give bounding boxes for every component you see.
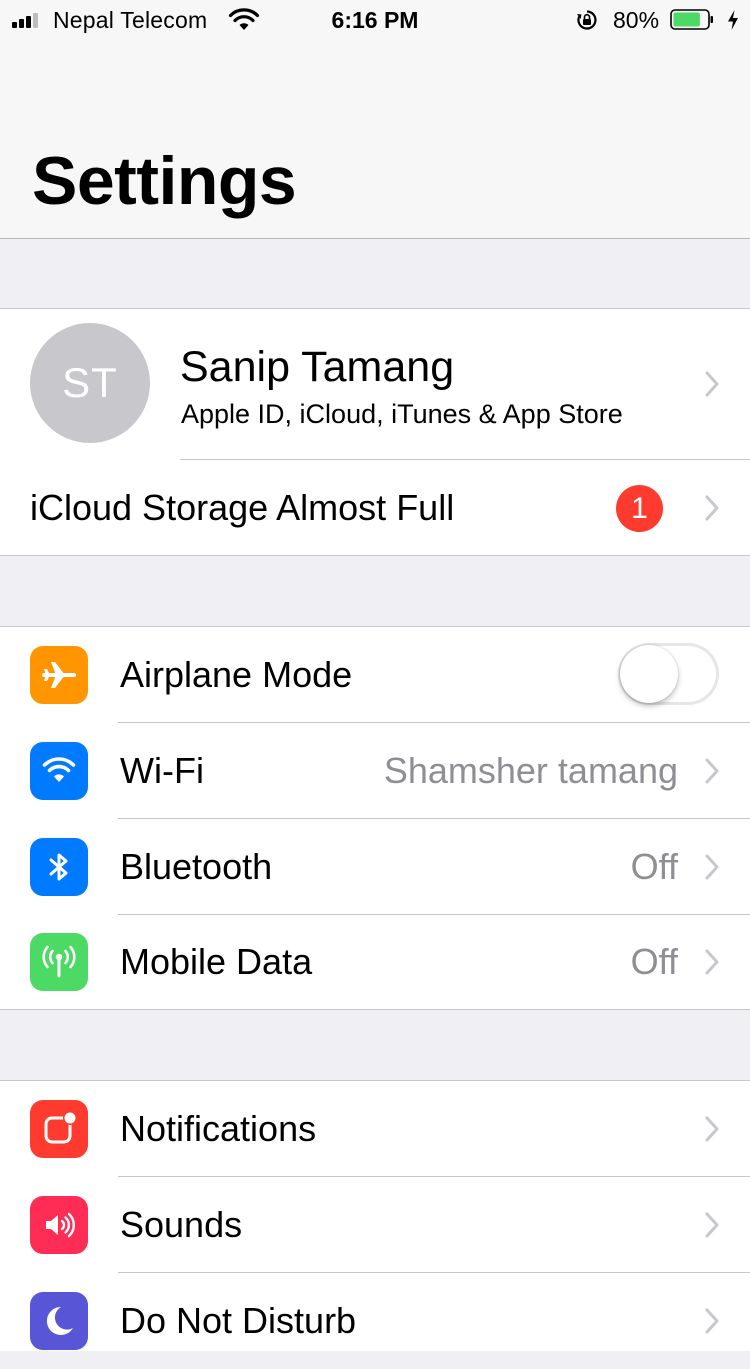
notification-badge: 1: [616, 485, 663, 532]
profile-group: ST Sanip Tamang Apple ID, iCloud, iTunes…: [0, 308, 750, 556]
chevron-right-icon: [705, 949, 719, 975]
connectivity-group: Airplane Mode Wi-Fi Shamsher tamang Blue…: [0, 626, 750, 1010]
orientation-lock-icon: [577, 10, 597, 30]
speaker-icon: [30, 1196, 88, 1254]
wifi-network-name: Shamsher tamang: [383, 750, 678, 791]
row-label: Sounds: [120, 1204, 243, 1245]
toggle-knob: [620, 645, 678, 703]
airplane-mode-row: Airplane Mode: [0, 627, 750, 723]
bluetooth-row[interactable]: Bluetooth Off: [0, 819, 750, 915]
chevron-right-icon: [705, 1308, 719, 1334]
sounds-row[interactable]: Sounds: [0, 1177, 750, 1273]
page-title: Settings: [32, 143, 297, 219]
airplane-icon: [30, 646, 88, 704]
chevron-right-icon: [705, 758, 719, 784]
mobile-data-row[interactable]: Mobile Data Off: [0, 915, 750, 1009]
avatar: ST: [30, 323, 150, 443]
wifi-row[interactable]: Wi-Fi Shamsher tamang: [0, 723, 750, 819]
chevron-right-icon: [705, 371, 719, 397]
airplane-mode-toggle[interactable]: [618, 643, 719, 705]
chevron-right-icon: [705, 854, 719, 880]
do-not-disturb-row[interactable]: Do Not Disturb: [0, 1273, 750, 1369]
chevron-right-icon: [705, 1212, 719, 1238]
wifi-icon: [30, 742, 88, 800]
chevron-right-icon: [705, 495, 719, 521]
mobile-data-status: Off: [630, 941, 678, 982]
antenna-icon: [30, 933, 88, 991]
status-bar: Nepal Telecom 6:16 PM 80%: [0, 0, 750, 40]
notifications-row[interactable]: Notifications: [0, 1081, 750, 1177]
battery-percent: 80%: [613, 7, 660, 33]
row-label: Bluetooth: [120, 846, 273, 887]
profile-subtitle: Apple ID, iCloud, iTunes & App Store: [181, 399, 623, 429]
row-label: Do Not Disturb: [120, 1300, 357, 1341]
bluetooth-status: Off: [630, 846, 678, 887]
battery-icon: [670, 9, 713, 30]
notifications-icon: [30, 1100, 88, 1158]
moon-icon: [30, 1292, 88, 1350]
profile-name: Sanip Tamang: [180, 343, 455, 391]
row-label: Notifications: [120, 1108, 317, 1149]
row-label: Mobile Data: [120, 941, 313, 982]
apple-id-row[interactable]: ST Sanip Tamang Apple ID, iCloud, iTunes…: [0, 309, 750, 459]
icloud-storage-row[interactable]: iCloud Storage Almost Full 1: [0, 460, 750, 555]
icloud-storage-label: iCloud Storage Almost Full: [30, 487, 455, 528]
charging-bolt-icon: [728, 10, 738, 30]
navigation-header: Settings: [0, 40, 750, 239]
chevron-right-icon: [705, 1116, 719, 1142]
row-label: Wi-Fi: [120, 750, 204, 791]
bluetooth-icon: [30, 838, 88, 896]
general-group: Notifications Sounds Do Not Disturb: [0, 1080, 750, 1351]
row-label: Airplane Mode: [120, 654, 353, 695]
